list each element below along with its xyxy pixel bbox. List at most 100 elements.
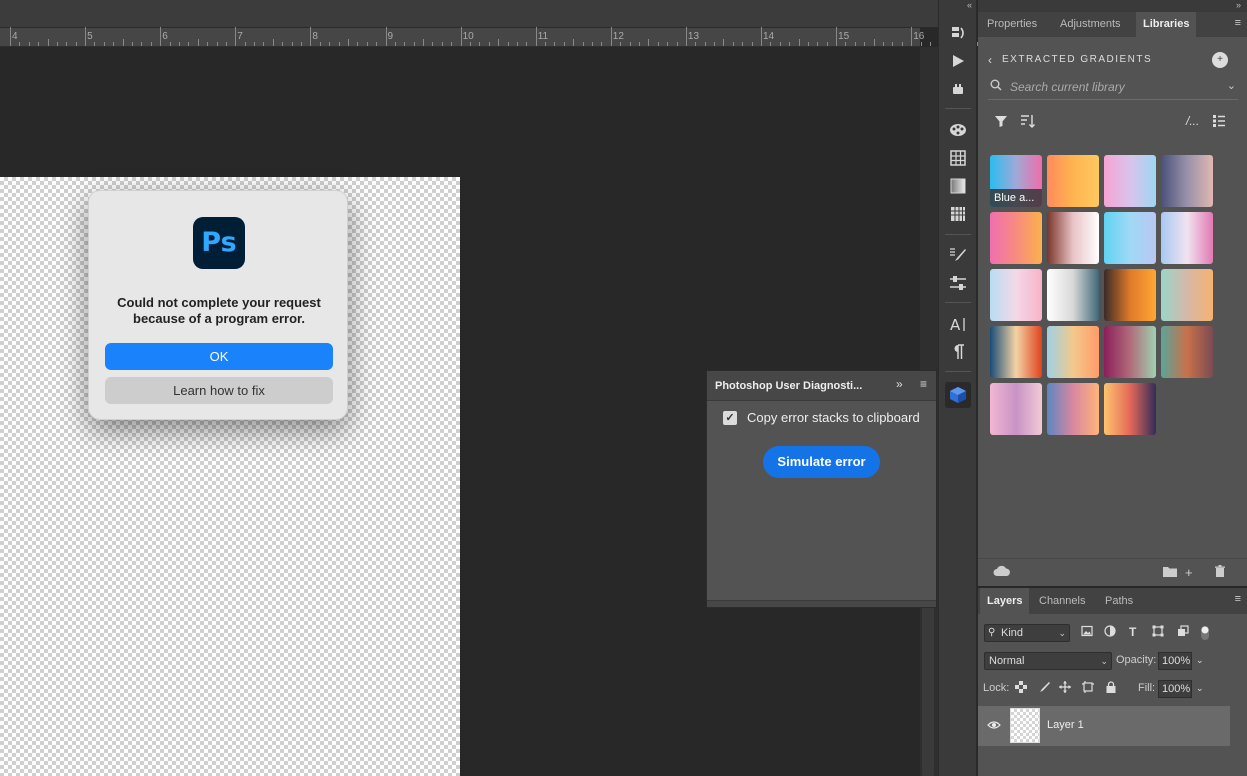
history-icon[interactable] — [947, 22, 969, 44]
plugins-icon[interactable] — [947, 78, 969, 100]
color-palette-icon[interactable] — [947, 119, 969, 141]
search-input[interactable] — [1010, 78, 1210, 96]
layer-name[interactable]: Layer 1 — [1047, 719, 1084, 731]
filter-kind-dropdown[interactable]: ⚲ Kind ⌄ — [984, 624, 1070, 642]
character-icon[interactable]: A — [947, 313, 969, 335]
gradient-swatch[interactable] — [1161, 269, 1213, 321]
invite-user-icon[interactable]: + — [1212, 52, 1228, 68]
blend-mode-dropdown[interactable]: Normal ⌄ — [984, 652, 1112, 670]
lock-paint-icon[interactable] — [1038, 681, 1050, 696]
tab-libraries[interactable]: Libraries — [1136, 12, 1197, 37]
chevron-down-icon[interactable]: ⌄ — [1196, 655, 1204, 666]
filter-adjustment-icon[interactable] — [1104, 625, 1116, 640]
gradient-swatch[interactable] — [990, 383, 1042, 435]
gradient-swatch[interactable] — [1104, 383, 1156, 435]
ruler-minor-tick — [272, 39, 274, 46]
text-view-icon[interactable]: /... — [1186, 114, 1199, 128]
lock-transparent-icon[interactable] — [1015, 681, 1027, 696]
gradient-swatch[interactable] — [1047, 326, 1099, 378]
fill-field[interactable]: 100% — [1158, 680, 1192, 698]
simulate-error-button[interactable]: Simulate error — [763, 446, 880, 478]
back-chevron-icon[interactable]: ‹ — [988, 53, 992, 67]
layer-row[interactable]: Layer 1 — [978, 706, 1230, 746]
tab-adjustments[interactable]: Adjustments — [1053, 12, 1128, 37]
diagnostics-plugin-cube-icon[interactable] — [945, 382, 971, 408]
ruler-minor-tick — [714, 42, 716, 46]
filter-icon[interactable] — [994, 114, 1008, 131]
gradient-swatch[interactable] — [1161, 155, 1213, 207]
gradient-swatch[interactable] — [1104, 269, 1156, 321]
lock-move-icon[interactable] — [1059, 681, 1071, 696]
trash-icon[interactable] — [1214, 565, 1226, 581]
tab-channels[interactable]: Channels — [1032, 588, 1092, 614]
ruler-minor-tick — [469, 42, 471, 46]
lock-all-icon[interactable] — [1105, 681, 1117, 696]
collapse-panel-icon[interactable]: » — [896, 377, 903, 391]
ruler-tick-label: 7 — [237, 31, 243, 42]
gradient-swatch[interactable] — [1104, 155, 1156, 207]
chevron-down-icon[interactable]: ⌄ — [1196, 683, 1204, 694]
brush-settings-icon[interactable] — [947, 244, 969, 266]
ruler-tick-label: 13 — [687, 31, 700, 42]
paragraph-icon[interactable] — [947, 341, 969, 363]
add-element-icon[interactable]: + — [1185, 565, 1193, 580]
ruler-minor-tick — [394, 42, 396, 46]
gradient-swatch[interactable] — [990, 326, 1042, 378]
adjustment-sliders-icon[interactable] — [947, 272, 969, 294]
ruler-minor-tick — [282, 42, 284, 46]
gradients-icon[interactable] — [947, 175, 969, 197]
library-name: EXTRACTED GRADIENTS — [1002, 54, 1153, 65]
new-folder-icon[interactable] — [1162, 565, 1178, 581]
panel-icon-strip: « A — [938, 0, 977, 776]
filter-shape-icon[interactable] — [1152, 625, 1164, 640]
learn-how-to-fix-button[interactable]: Learn how to fix — [105, 377, 333, 404]
opacity-field[interactable]: 100% — [1158, 652, 1192, 670]
gradient-swatch[interactable] — [1161, 212, 1213, 264]
sort-icon[interactable] — [1020, 114, 1036, 131]
panel-resize-handle[interactable] — [707, 600, 936, 607]
strip-divider — [945, 371, 971, 372]
gradient-swatch[interactable] — [1161, 326, 1213, 378]
ruler-minor-tick — [817, 42, 819, 46]
layers-panel-menu-icon[interactable]: ≡ — [1235, 594, 1241, 605]
ruler-tick — [85, 27, 87, 46]
actions-play-icon[interactable] — [947, 50, 969, 72]
tab-properties[interactable]: Properties — [980, 12, 1044, 37]
visibility-eye-icon[interactable] — [987, 718, 1001, 733]
ruler-tick-label: 6 — [162, 31, 168, 42]
gradient-swatch[interactable] — [1047, 155, 1099, 207]
ruler-minor-tick — [254, 42, 256, 46]
collapse-strip-icon[interactable]: « — [939, 0, 976, 12]
filter-type-icon[interactable]: T — [1129, 625, 1136, 639]
tab-layers[interactable]: Layers — [980, 588, 1030, 614]
copy-error-stacks-label[interactable]: Copy error stacks to clipboard — [747, 410, 920, 425]
gradient-swatch[interactable]: Blue a... — [990, 155, 1042, 207]
panel-menu-icon[interactable]: ≡ — [920, 378, 927, 390]
patterns-icon[interactable] — [947, 203, 969, 225]
chevron-down-icon: ⌄ — [1100, 656, 1108, 666]
gradient-swatch[interactable] — [1104, 326, 1156, 378]
filter-pixel-icon[interactable] — [1081, 625, 1093, 640]
filter-toggle-icon[interactable] — [1200, 625, 1210, 644]
opacity-label: Opacity: — [1116, 654, 1157, 666]
gradient-swatch[interactable] — [1047, 212, 1099, 264]
gradient-swatch[interactable] — [990, 212, 1042, 264]
copy-error-stacks-checkbox[interactable]: ✓ — [723, 411, 737, 425]
gradient-swatch[interactable] — [990, 269, 1042, 321]
chevron-down-icon[interactable]: ⌄ — [1227, 79, 1236, 92]
gradient-swatch[interactable] — [1047, 269, 1099, 321]
panel-menu-icon[interactable]: ≡ — [1235, 18, 1241, 29]
list-view-icon[interactable] — [1212, 114, 1226, 131]
cloud-icon[interactable] — [993, 565, 1011, 580]
ruler-minor-tick — [638, 42, 640, 46]
ok-button[interactable]: OK — [105, 343, 333, 370]
collapse-panels-icon[interactable]: » — [978, 0, 1247, 12]
scrollbar-thumb[interactable] — [922, 607, 934, 776]
tab-paths[interactable]: Paths — [1098, 588, 1140, 614]
gradient-swatch[interactable] — [1104, 212, 1156, 264]
swatches-grid-icon[interactable] — [947, 147, 969, 169]
filter-smart-object-icon[interactable] — [1177, 625, 1189, 640]
ruler-minor-tick — [122, 39, 124, 46]
lock-artboard-icon[interactable] — [1082, 681, 1094, 696]
gradient-swatch[interactable] — [1047, 383, 1099, 435]
